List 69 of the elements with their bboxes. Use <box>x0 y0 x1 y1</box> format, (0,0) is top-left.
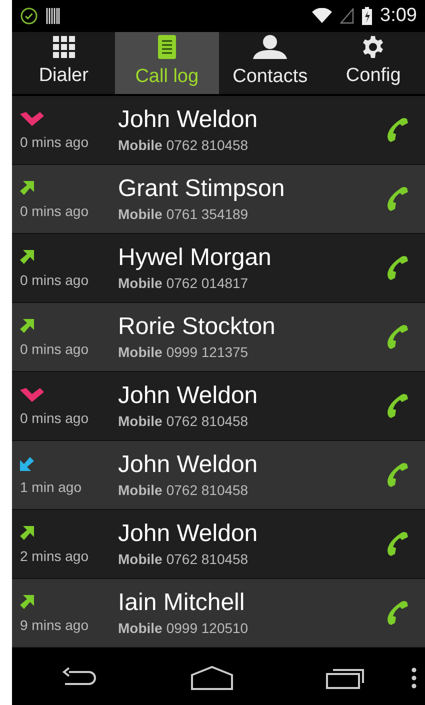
phone-number: 0762 810458 <box>166 412 248 430</box>
call-row[interactable]: 0 mins ago Grant Stimpson Mobile 0761 354189 <box>12 165 425 234</box>
wifi-icon <box>312 8 332 24</box>
phone-number: 0762 810458 <box>166 480 248 500</box>
phone-icon[interactable] <box>387 600 409 626</box>
contact-name: Grant Stimpson <box>118 174 286 204</box>
number-type: Mobile <box>118 550 162 568</box>
incoming-arrow-icon <box>20 456 34 470</box>
signal-icon <box>340 8 354 24</box>
phone-number: 0761 354189 <box>166 204 248 224</box>
missed-call-icon <box>20 112 44 126</box>
number-type: Mobile <box>118 136 162 154</box>
phone-icon[interactable] <box>387 393 409 419</box>
status-time: 3:09 <box>380 4 417 28</box>
list-icon <box>158 34 176 59</box>
contact-name: John Weldon <box>118 104 259 134</box>
battery-icon <box>362 7 372 25</box>
number-type: Mobile <box>118 412 162 430</box>
outgoing-arrow-icon <box>20 180 34 194</box>
call-row[interactable]: 0 mins ago Hywel Morgan Mobile 0762 014817 <box>12 234 425 303</box>
call-time: 2 mins ago <box>20 546 90 566</box>
phone-icon[interactable] <box>387 531 409 557</box>
number-type: Mobile <box>118 342 162 362</box>
outgoing-arrow-icon <box>20 318 34 332</box>
call-time: 0 mins ago <box>20 202 90 221</box>
contact-name: Hywel Morgan <box>118 242 272 272</box>
call-time: 9 mins ago <box>20 616 90 635</box>
call-time: 0 mins ago <box>20 408 90 428</box>
call-row[interactable]: 2 mins ago John Weldon Mobile 0762 810458 <box>12 510 425 579</box>
outgoing-arrow-icon <box>20 250 34 264</box>
barcode-icon <box>46 8 60 24</box>
contact-name: Iain Mitchell <box>118 588 246 618</box>
call-time: 0 mins ago <box>20 270 90 290</box>
phone-number: 0762 014817 <box>166 274 248 292</box>
outgoing-arrow-icon <box>20 526 34 540</box>
check-circle-icon <box>20 7 38 25</box>
phone-icon[interactable] <box>387 324 409 350</box>
call-row[interactable]: 0 mins ago John Weldon Mobile 0762 810458 <box>12 372 425 441</box>
number-type: Mobile <box>118 204 162 224</box>
contact-name: John Weldon <box>118 518 259 548</box>
number-type: Mobile <box>118 480 162 500</box>
phone-number: 0999 120510 <box>166 618 248 638</box>
phone-icon[interactable] <box>387 255 409 281</box>
contact-name: John Weldon <box>118 450 259 480</box>
phone-icon[interactable] <box>387 186 409 212</box>
call-time: 0 mins ago <box>20 340 90 359</box>
phone-icon[interactable] <box>387 117 409 143</box>
phone-icon[interactable] <box>387 462 409 488</box>
tab[interactable]: Call log <box>115 32 218 94</box>
phone-number: 0762 810458 <box>166 136 248 154</box>
keypad-icon <box>52 36 75 58</box>
contact-name: Rorie Stockton <box>118 312 276 342</box>
missed-call-icon <box>20 388 44 402</box>
call-time: 0 mins ago <box>20 132 90 152</box>
home-icon[interactable] <box>190 666 234 690</box>
call-row[interactable]: 0 mins ago Rorie Stockton Mobile 0999 121375 <box>12 303 425 372</box>
person-icon <box>253 34 288 59</box>
number-type: Mobile <box>118 274 162 292</box>
call-row[interactable]: 1 min ago John Weldon Mobile 0762 810458 <box>12 441 425 510</box>
call-time: 1 min ago <box>20 478 82 497</box>
outgoing-arrow-icon <box>20 594 34 608</box>
gear-icon <box>362 36 384 58</box>
contact-name: John Weldon <box>118 380 259 410</box>
menu-icon[interactable] <box>411 666 417 688</box>
phone-number: 0762 810458 <box>166 550 248 568</box>
call-row[interactable]: 9 mins ago Iain Mitchell Mobile 0999 120510 <box>12 579 425 648</box>
number-type: Mobile <box>118 618 162 638</box>
phone-number: 0999 121375 <box>166 342 248 362</box>
call-row[interactable]: 0 mins ago John Weldon Mobile 0762 810458 <box>12 96 425 165</box>
